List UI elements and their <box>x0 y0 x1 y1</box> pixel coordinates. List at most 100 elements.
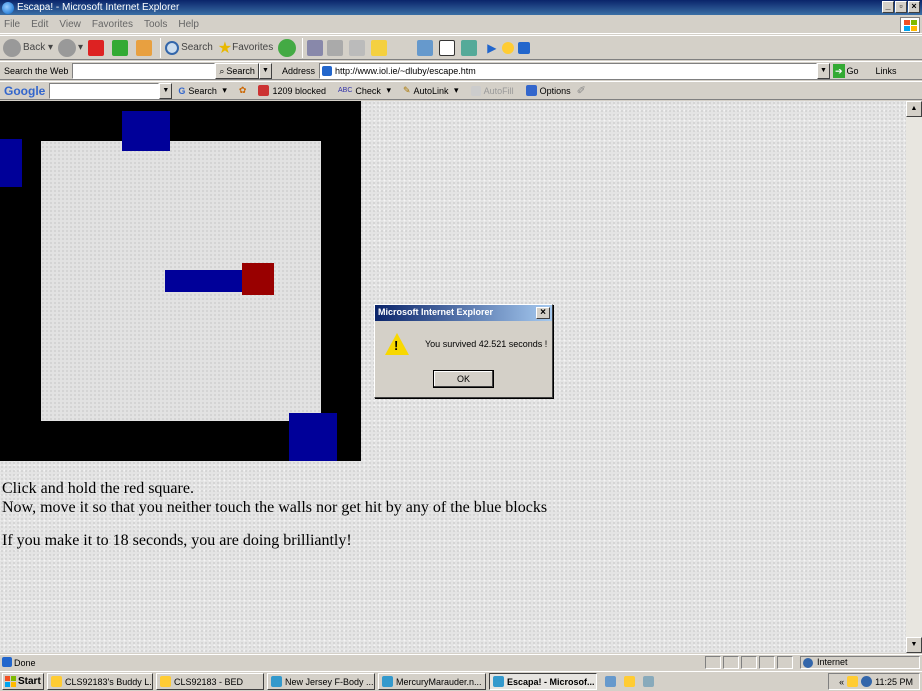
pencil-icon[interactable]: ✐ <box>577 84 586 97</box>
google-logo[interactable]: Google <box>0 84 49 98</box>
windows-logo-icon <box>900 17 920 33</box>
refresh-icon[interactable] <box>112 39 129 56</box>
tray-expand-button[interactable]: « <box>839 677 844 687</box>
autofill-icon <box>470 85 481 96</box>
dialog-titlebar: Microsoft Internet Explorer × <box>375 305 552 321</box>
spellcheck-icon: ABC <box>338 87 353 94</box>
people-icon[interactable] <box>461 39 478 56</box>
clock: 11:25 PM <box>875 676 913 687</box>
tray-aim-icon[interactable] <box>847 676 859 687</box>
page-icon <box>321 65 332 76</box>
play-icon[interactable]: ▶ <box>487 41 496 55</box>
address-input[interactable]: http://www.iol.ie/~dluby/escape.htm <box>318 62 817 79</box>
search-web-button[interactable]: ⌕ Search <box>215 62 259 79</box>
quicklaunch-search-icon[interactable] <box>643 676 654 687</box>
taskbar: Start CLS92183's Buddy L... CLS92183 - B… <box>0 671 922 691</box>
menu-favorites[interactable]: Favorites <box>92 19 133 30</box>
google-toolbar: Google ▼ G Search ▾ ✿ 1209 blocked ABC C… <box>0 81 922 100</box>
windows-flag-icon <box>5 676 16 687</box>
window-title: Escapa! - Microsoft Internet Explorer <box>17 2 180 13</box>
search-web-input[interactable] <box>72 62 216 79</box>
address-label: Address <box>281 65 315 76</box>
media-icon[interactable] <box>518 41 531 54</box>
search-dropdown[interactable]: ▼ <box>258 62 272 79</box>
ok-button[interactable]: OK <box>433 370 494 388</box>
stop-icon[interactable] <box>88 39 105 56</box>
status-cells <box>705 656 793 669</box>
menu-file[interactable]: File <box>4 19 20 30</box>
menu-edit[interactable]: Edit <box>31 19 48 30</box>
favorites-button[interactable]: ★ Favorites <box>218 38 273 58</box>
instruction-line-3: If you make it to 18 seconds, you are do… <box>2 532 352 549</box>
edit-icon[interactable] <box>349 39 366 56</box>
popup-blocked-icon <box>258 85 270 96</box>
tray-network-icon[interactable] <box>861 676 873 687</box>
wand-icon: ✎ <box>402 85 411 95</box>
messenger-icon[interactable] <box>417 39 434 56</box>
search-icon <box>165 40 180 55</box>
autofill-button[interactable]: AutoFill <box>470 85 514 96</box>
notes-icon[interactable] <box>371 39 388 56</box>
options-button[interactable]: Options <box>525 85 571 96</box>
go-arrow-icon: ➔ <box>832 63 845 78</box>
google-dropdown[interactable]: ▼ <box>159 82 173 99</box>
taskbar-item-buddy-list[interactable]: CLS92183's Buddy L... <box>47 673 153 690</box>
maximize-button[interactable]: ▫ <box>895 1 907 13</box>
dialog-close-button[interactable]: × <box>536 307 550 319</box>
address-toolbar: Search the Web ⌕ Search ▼ Address http:/… <box>0 61 922 80</box>
vertical-scrollbar[interactable]: ▲ ▼ <box>906 101 922 653</box>
dialog-message: You survived 42.521 seconds ! <box>425 339 548 349</box>
menu-bar: File Edit View Favorites Tools Help <box>0 16 922 34</box>
menu-tools[interactable]: Tools <box>144 19 167 30</box>
google-g-icon: G <box>178 85 186 96</box>
menu-help[interactable]: Help <box>178 19 199 30</box>
radio-icon[interactable] <box>502 41 515 54</box>
print-icon[interactable] <box>327 39 344 56</box>
google-search-button[interactable]: G Search ▾ <box>178 85 227 96</box>
game-board <box>0 101 361 461</box>
aim-icon <box>160 676 171 687</box>
toolbar-separator <box>160 37 162 58</box>
popup-blocker-button[interactable]: 1209 blocked <box>258 85 326 96</box>
google-news-button[interactable]: ✿ <box>239 85 247 96</box>
search-icon: ⌕ <box>219 65 225 76</box>
history-icon[interactable] <box>278 38 297 57</box>
google-search-input[interactable] <box>49 82 160 99</box>
links-button[interactable]: Links <box>872 66 901 76</box>
red-square[interactable] <box>242 263 274 295</box>
standard-toolbar: Back ▾ ▾ Search ★ Favorites ▶ <box>0 35 922 60</box>
spell-check-button[interactable]: ABC Check ▾ <box>338 85 391 96</box>
start-button[interactable]: Start <box>2 673 44 690</box>
go-button[interactable]: ➔ Go <box>830 63 862 79</box>
blue-block <box>122 111 170 151</box>
window-controls: _ ▫ × <box>882 1 920 13</box>
close-button[interactable]: × <box>908 1 920 13</box>
ie-icon <box>271 676 282 687</box>
address-dropdown[interactable]: ▼ <box>816 62 830 79</box>
taskbar-item-escapa[interactable]: Escapa! - Microsof... <box>489 673 597 690</box>
home-icon[interactable] <box>136 39 153 56</box>
forward-button[interactable]: ▾ <box>58 38 83 57</box>
scroll-up-button[interactable]: ▲ <box>906 101 922 117</box>
blue-block <box>165 270 245 292</box>
scroll-down-button[interactable]: ▼ <box>906 637 922 653</box>
taskbar-item-mercury[interactable]: MercuryMarauder.n... <box>378 673 486 690</box>
buddy-icon[interactable] <box>439 39 456 56</box>
search-button[interactable]: Search <box>165 40 213 55</box>
window-titlebar: Escapa! - Microsoft Internet Explorer _ … <box>0 0 922 15</box>
ie-icon <box>493 676 504 687</box>
autolink-button[interactable]: ✎ AutoLink ▾ <box>403 85 459 96</box>
quicklaunch-network-icon[interactable] <box>605 676 616 687</box>
mail-icon[interactable] <box>307 39 324 56</box>
system-tray: « 11:25 PM <box>828 673 920 690</box>
taskbar-item-bed[interactable]: CLS92183 - BED <box>156 673 264 690</box>
menu-view[interactable]: View <box>59 19 81 30</box>
star-icon: ★ <box>217 39 233 57</box>
aim-icon <box>51 676 62 687</box>
back-button[interactable]: Back ▾ <box>3 38 53 57</box>
minimize-button[interactable]: _ <box>882 1 894 13</box>
quicklaunch-aim-icon[interactable] <box>624 676 635 687</box>
security-zone: Internet <box>800 656 920 669</box>
taskbar-item-new-jersey[interactable]: New Jersey F-Body ... <box>267 673 375 690</box>
options-icon <box>525 85 537 96</box>
